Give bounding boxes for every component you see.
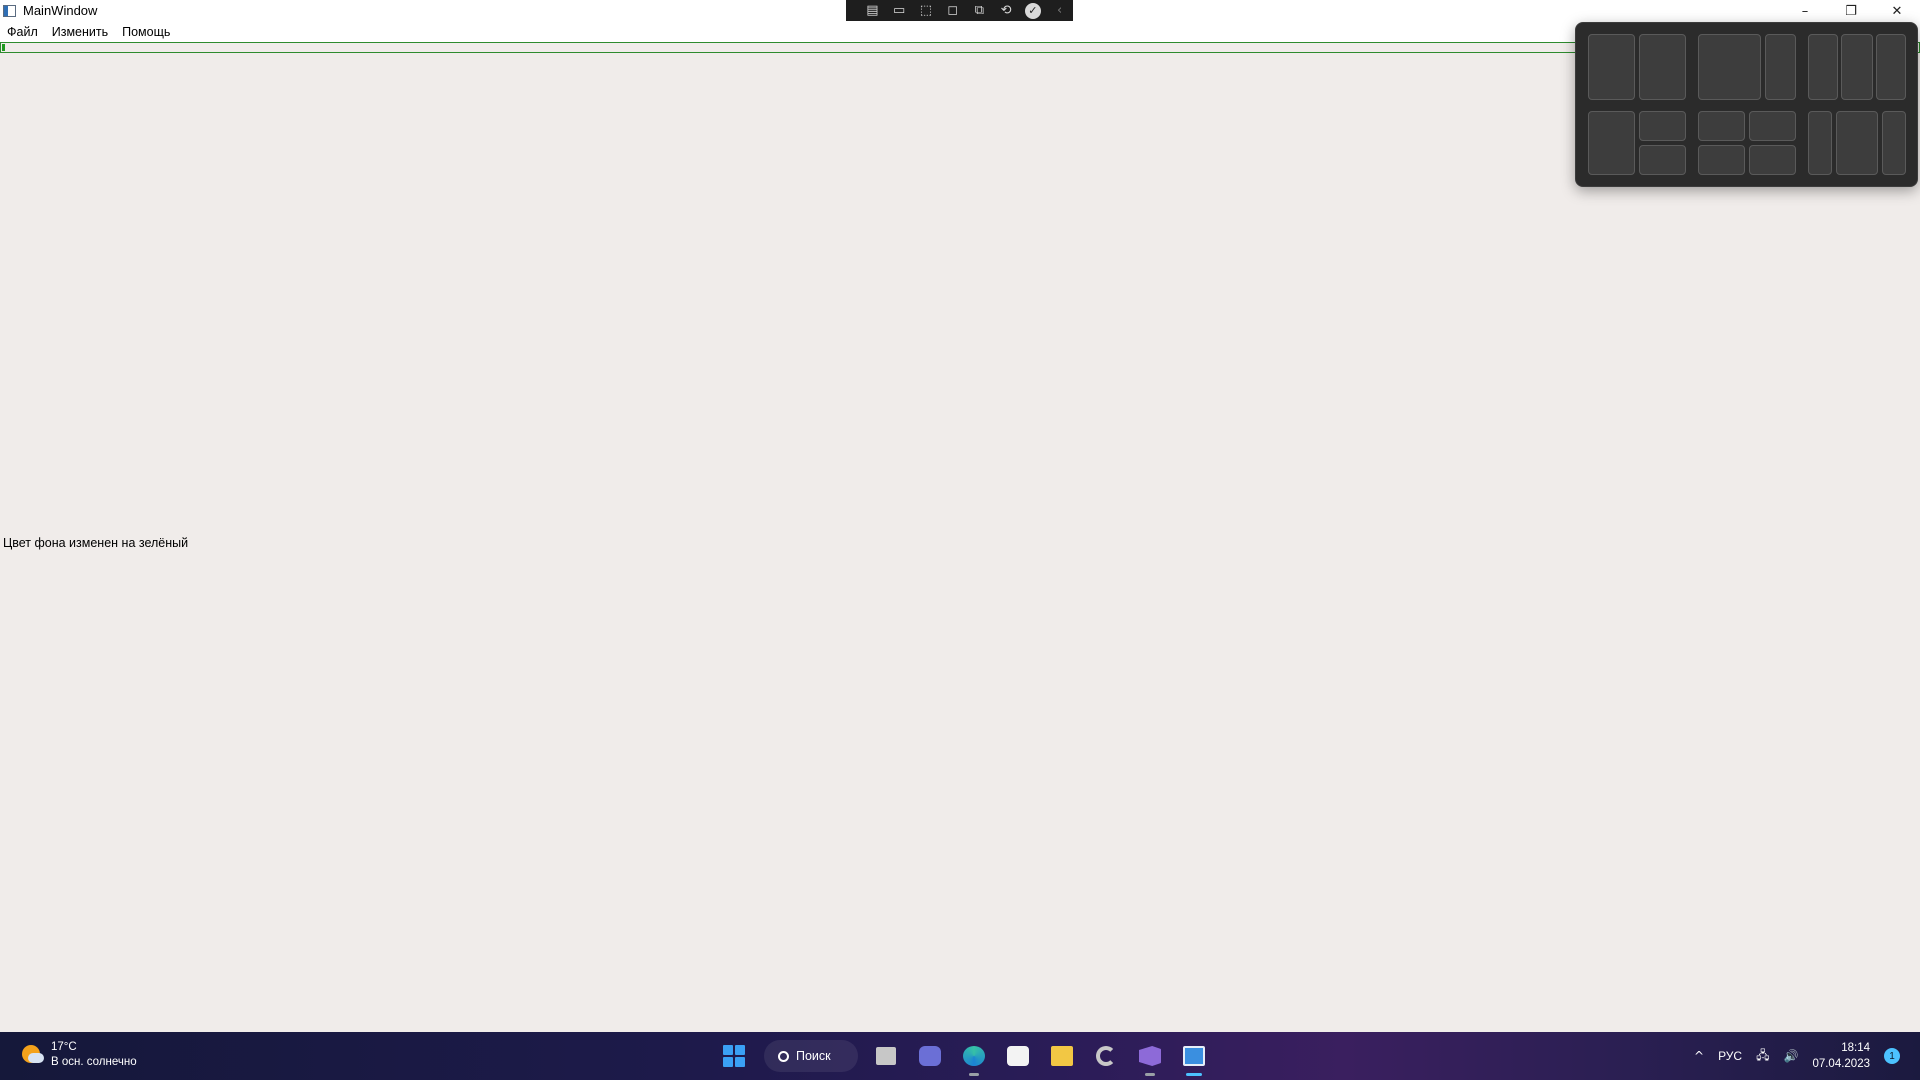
snap-zone[interactable] [1698, 34, 1761, 100]
input-language[interactable]: РУС [1718, 1049, 1742, 1063]
display-layout-adorners-icon[interactable]: ◻ [939, 1, 966, 20]
taskbar: 17°C В осн. солнечно Поиск ^ РУС 🖧 🔊 18:… [0, 1032, 1920, 1080]
window-title: MainWindow [23, 3, 98, 18]
snap-zone[interactable] [1749, 111, 1796, 141]
status-message: Цвет фона изменен на зелёный [3, 536, 189, 550]
snap-layout-half-quarters [1588, 111, 1686, 175]
main-window-app-icon[interactable] [1172, 1038, 1216, 1076]
weather-temperature: 17°C [51, 1041, 77, 1053]
snap-zone[interactable] [1639, 145, 1686, 175]
snap-layout-halves [1588, 34, 1686, 100]
clock[interactable]: 18:14 07.04.2023 [1812, 1040, 1870, 1072]
app-c-icon[interactable] [1084, 1038, 1128, 1074]
snap-zone[interactable] [1808, 34, 1838, 100]
check-icon: ✓ [1024, 2, 1041, 19]
windows-start-icon[interactable] [716, 1038, 752, 1074]
partly-sunny-icon [20, 1043, 44, 1067]
menu-edit[interactable]: Изменить [52, 25, 108, 39]
teams-chat-icon[interactable] [908, 1038, 952, 1074]
microsoft-store-icon[interactable] [996, 1038, 1040, 1074]
snap-zone[interactable] [1588, 34, 1635, 100]
show-hidden-icons-chevron-icon[interactable]: ^ [1694, 1049, 1704, 1063]
volume-icon[interactable]: 🔊 [1783, 1049, 1798, 1063]
xaml-debug-toolbar: ▤ ▭ ⬚ ◻ ⧉ ⟲ ✓ ‹ [846, 0, 1073, 21]
weather-description: В осн. солнечно [51, 1056, 137, 1068]
snap-zone[interactable] [1639, 34, 1686, 100]
hot-reload-icon[interactable]: ⟲ [993, 1, 1020, 20]
network-icon[interactable]: 🖧 [1756, 1046, 1769, 1067]
window-controls: – ❐ ✕ [1782, 0, 1920, 22]
minimize-button[interactable]: – [1782, 0, 1828, 22]
track-focused-element-icon[interactable]: ⧉ [966, 1, 993, 20]
snap-zone[interactable] [1836, 111, 1878, 175]
visual-studio-icon[interactable] [1128, 1038, 1172, 1076]
maximize-button[interactable]: ❐ [1828, 0, 1874, 22]
snap-zone[interactable] [1882, 111, 1906, 175]
snap-layout-thirds [1808, 34, 1906, 100]
taskbar-apps: Поиск [716, 1038, 1216, 1076]
snap-zone[interactable] [1639, 111, 1686, 141]
snap-layout-wide-center [1808, 111, 1906, 175]
system-tray: ^ РУС 🖧 🔊 18:14 07.04.2023 1 [1694, 1032, 1920, 1080]
snap-zone[interactable] [1749, 145, 1796, 175]
snap-zone[interactable] [1698, 145, 1745, 175]
snap-zone[interactable] [1876, 34, 1906, 100]
menu-file[interactable]: Файл [7, 25, 38, 39]
snap-zone[interactable] [1588, 111, 1635, 175]
clock-time: 18:14 [1841, 1042, 1870, 1054]
snap-zone[interactable] [1808, 111, 1832, 175]
menu-help[interactable]: Помощь [122, 25, 170, 39]
snap-zone[interactable] [1765, 34, 1796, 100]
hot-reload-status[interactable]: ✓ [1020, 1, 1047, 20]
snap-zone[interactable] [1698, 111, 1745, 141]
clock-date: 07.04.2023 [1812, 1058, 1870, 1070]
edge-browser-icon[interactable] [952, 1038, 996, 1076]
weather-widget[interactable]: 17°C В осн. солнечно [20, 1040, 137, 1070]
close-button[interactable]: ✕ [1874, 0, 1920, 22]
snap-layout-quarters [1698, 111, 1796, 175]
snap-zone[interactable] [1841, 34, 1873, 100]
taskbar-search[interactable]: Поиск [764, 1040, 858, 1072]
snap-layout-two-thirds [1698, 34, 1796, 100]
app-window-icon [3, 5, 16, 17]
select-element-icon[interactable]: ⬚ [913, 1, 940, 20]
snap-layouts-flyout [1575, 22, 1918, 187]
record-icon[interactable]: ▭ [886, 1, 913, 20]
collapse-toolbar-icon[interactable]: ‹ [1046, 1, 1073, 20]
live-visual-tree-icon[interactable]: ▤ [859, 1, 886, 20]
search-label: Поиск [796, 1049, 831, 1063]
search-icon [778, 1050, 789, 1062]
notification-badge[interactable]: 1 [1884, 1048, 1900, 1064]
file-explorer-icon[interactable] [1040, 1038, 1084, 1074]
task-view-icon[interactable] [864, 1038, 908, 1074]
